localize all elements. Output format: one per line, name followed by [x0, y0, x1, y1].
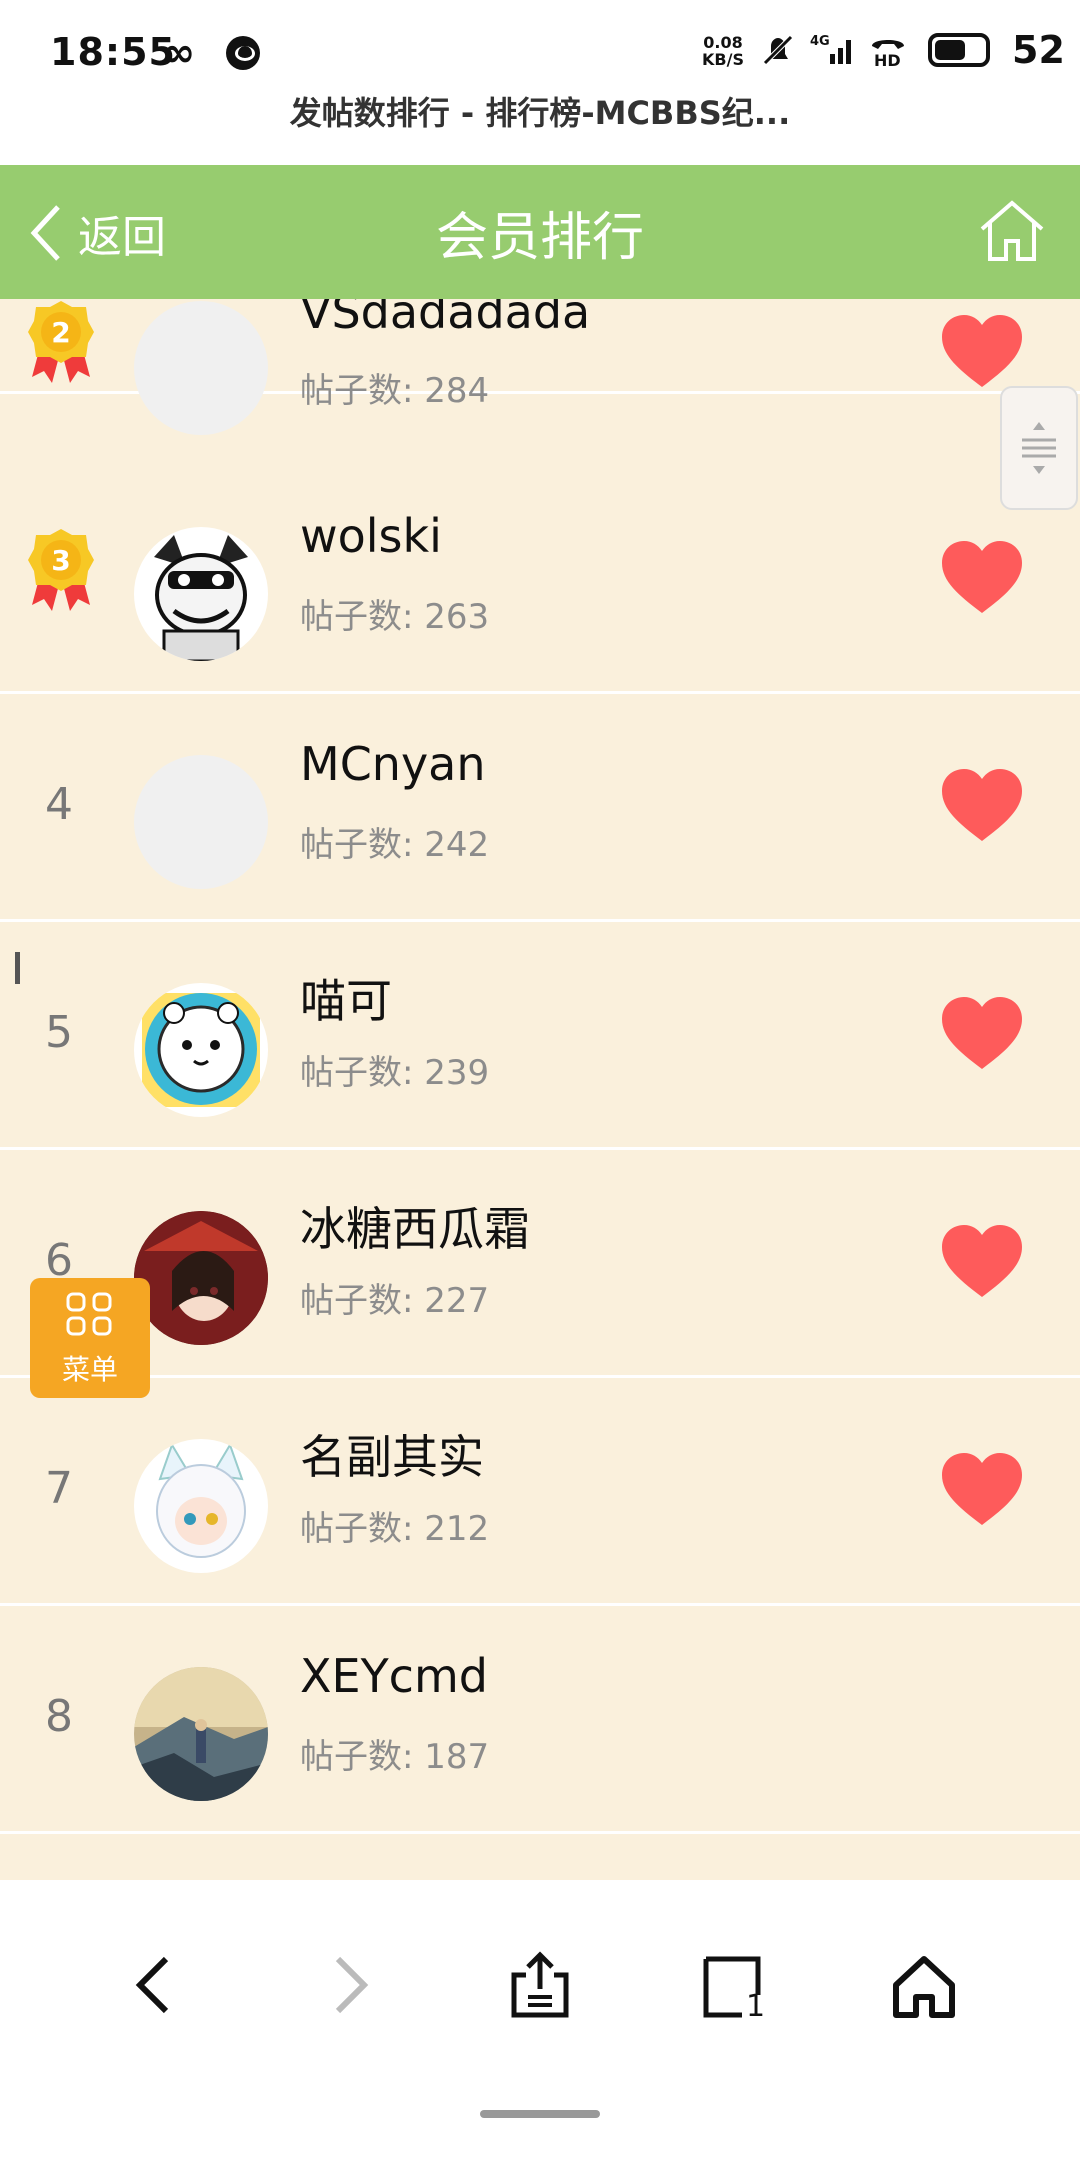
- heart-icon[interactable]: [940, 1223, 1024, 1299]
- tabs-count: 1: [746, 1989, 766, 2024]
- menu-button[interactable]: 菜单: [30, 1278, 150, 1398]
- anime-girl-avatar-image: [134, 1211, 268, 1345]
- network-speed: 0.08 KB/S: [702, 34, 744, 68]
- home-icon: [893, 1956, 955, 2018]
- battery-level: 52: [1012, 28, 1065, 72]
- heart-icon[interactable]: [940, 767, 1024, 843]
- menu-label: 菜单: [61, 1353, 118, 1386]
- tabs-button[interactable]: 1: [692, 1945, 772, 2025]
- svg-text:3: 3: [51, 544, 70, 577]
- post-count: 帖子数: 239: [300, 1053, 490, 1093]
- post-count: 帖子数: 284: [300, 371, 490, 411]
- member-name[interactable]: XEYcmd: [300, 1649, 488, 1703]
- white-hair-avatar-image: [156, 1442, 246, 1558]
- avatar[interactable]: [134, 755, 268, 889]
- svg-text:4G: 4G: [810, 34, 830, 49]
- status-bar: 18:55 ∞ 0.08 KB/S 4G HD 52 发帖数排行 - 排行榜-M…: [0, 0, 1080, 132]
- cat-avatar-image: [142, 993, 260, 1107]
- drag-handle-icon: [1022, 422, 1056, 474]
- home-icon: [980, 200, 1044, 261]
- avatar[interactable]: [134, 1667, 268, 1801]
- network-speed-value: 0.08: [703, 33, 743, 52]
- landscape-avatar-image: [134, 1667, 268, 1801]
- battery-icon: [928, 33, 990, 67]
- app-notification-icon: [226, 36, 260, 70]
- rank-number: 4: [45, 779, 73, 830]
- avatar[interactable]: [134, 1439, 268, 1573]
- list-item[interactable]: 3 wolski 帖子数: 263: [0, 465, 1080, 694]
- list-item[interactable]: 7 名副其实 帖子数: 212: [0, 1377, 1080, 1606]
- avatar[interactable]: [134, 301, 268, 435]
- infinity-icon: ∞: [162, 30, 196, 76]
- member-name[interactable]: wolski: [300, 509, 442, 563]
- mute-bell-icon: [763, 35, 793, 65]
- post-count: 帖子数: 263: [300, 597, 490, 637]
- nav-forward-button[interactable]: [310, 1945, 390, 2025]
- svg-text:HD: HD: [874, 51, 901, 68]
- heart-icon[interactable]: [940, 1451, 1024, 1527]
- silver-medal-icon: 2: [28, 301, 94, 383]
- hd-call-icon: HD: [872, 40, 904, 68]
- rank-number: 5: [45, 1007, 73, 1058]
- home-button[interactable]: [978, 199, 1046, 267]
- forward-arrow-icon: [335, 1956, 369, 2014]
- network-speed-unit: KB/S: [702, 50, 744, 69]
- page-title: 会员排行: [435, 208, 644, 268]
- post-count: 帖子数: 187: [300, 1737, 490, 1777]
- member-name[interactable]: 冰糖西瓜霜: [300, 1193, 530, 1259]
- scroll-indicator: [15, 952, 20, 984]
- list-item[interactable]: 6 冰糖西瓜霜 帖子数: 227: [0, 1149, 1080, 1378]
- header-bar: 返回 会员排行: [0, 165, 1080, 299]
- bronze-medal-icon: 3: [28, 529, 94, 611]
- grid-menu-icon: [66, 1292, 112, 1336]
- rank-number: 7: [45, 1463, 73, 1514]
- heart-icon[interactable]: [940, 995, 1024, 1071]
- post-count: 帖子数: 227: [300, 1281, 490, 1321]
- rank-number: 8: [45, 1691, 73, 1742]
- wolf-avatar-image: [154, 535, 248, 661]
- back-arrow-icon: [135, 1956, 169, 2014]
- avatar[interactable]: [134, 1211, 268, 1345]
- avatar[interactable]: [134, 983, 268, 1117]
- member-name[interactable]: MCnyan: [300, 737, 486, 791]
- browser-page-title: 发帖数排行 - 排行榜-MCBBS纪...: [289, 94, 791, 132]
- avatar[interactable]: [134, 527, 268, 661]
- nav-back-button[interactable]: [114, 1945, 194, 2025]
- list-item[interactable]: 8 XEYcmd 帖子数: 187: [0, 1605, 1080, 1834]
- list-item[interactable]: 4 MCnyan 帖子数: 242: [0, 693, 1080, 922]
- member-ranking-list: 2 VSdadadada 帖子数: 284 3 wolski 帖子数: 263 …: [0, 165, 1080, 1880]
- post-count: 帖子数: 242: [300, 825, 490, 865]
- svg-text:2: 2: [51, 316, 70, 349]
- member-name[interactable]: 名副其实: [300, 1421, 484, 1487]
- signal-4g-icon: 4G: [810, 34, 851, 64]
- post-count: 帖子数: 212: [300, 1509, 490, 1549]
- gesture-bar[interactable]: [480, 2110, 600, 2118]
- status-icons: 4G HD 52: [760, 28, 1065, 72]
- share-icon: [511, 1951, 569, 2018]
- nav-home-button[interactable]: [884, 1945, 964, 2025]
- list-item[interactable]: 5 喵可 帖子数: 239: [0, 921, 1080, 1150]
- status-time: 18:55: [50, 30, 176, 74]
- scroll-handle[interactable]: [1000, 386, 1078, 510]
- browser-bottom-nav: 1: [0, 1880, 1080, 2160]
- share-button[interactable]: [500, 1945, 580, 2025]
- heart-icon[interactable]: [940, 313, 1024, 389]
- heart-icon[interactable]: [940, 539, 1024, 615]
- member-name[interactable]: 喵可: [300, 965, 392, 1031]
